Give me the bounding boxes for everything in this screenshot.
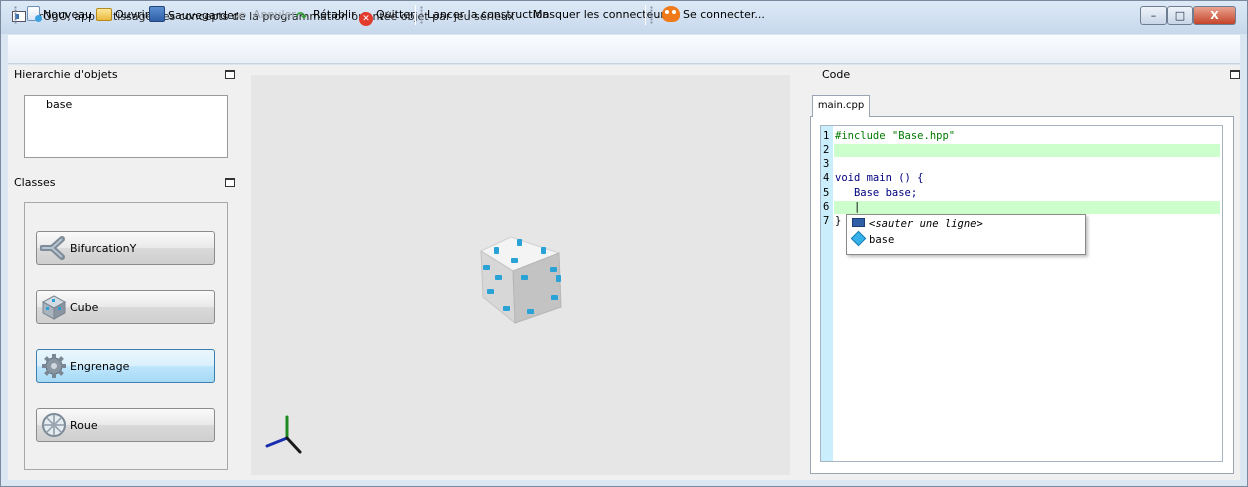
floppy-disk-icon bbox=[149, 6, 165, 22]
pipe-y-icon bbox=[40, 236, 65, 260]
base-cube-object[interactable] bbox=[479, 236, 562, 325]
highlighted-line bbox=[834, 144, 1220, 157]
toolbar bbox=[8, 35, 1240, 64]
new-button[interactable]: Nouveau bbox=[27, 6, 92, 24]
redo-button[interactable]: ↷ Rétablir bbox=[296, 6, 356, 25]
cube-icon bbox=[41, 295, 67, 320]
axes-gizmo bbox=[265, 415, 302, 454]
maximize-button[interactable]: □ bbox=[1167, 6, 1193, 25]
hierarchy-item-base[interactable]: base bbox=[46, 98, 72, 111]
toolbar-grip[interactable] bbox=[650, 6, 653, 24]
folder-icon bbox=[96, 8, 112, 21]
float-window-icon[interactable] bbox=[225, 178, 235, 187]
undo-icon: ↶ bbox=[236, 10, 247, 25]
save-label: Sauvegarder bbox=[168, 9, 239, 22]
autocomplete-item[interactable]: base bbox=[850, 230, 894, 248]
quit-label: Quitter bbox=[376, 8, 415, 21]
hierarchy-dock-title: Hierarchie d'objets bbox=[14, 68, 118, 81]
close-button[interactable]: X bbox=[1193, 6, 1236, 25]
code-line[interactable]: 7} bbox=[823, 215, 841, 228]
scene-canvas[interactable] bbox=[251, 75, 790, 475]
connect-button[interactable]: Se connecter... bbox=[662, 6, 765, 24]
class-button-bifurcationy[interactable]: BifurcationY bbox=[36, 231, 215, 265]
undo-button[interactable]: ↶ Annuler bbox=[236, 6, 296, 25]
float-window-icon[interactable] bbox=[225, 70, 235, 79]
connect-label: Se connecter... bbox=[683, 8, 765, 21]
code-line[interactable]: 6 | bbox=[823, 201, 860, 214]
build-button[interactable]: Lancer la construction bbox=[427, 6, 549, 24]
float-window-icon[interactable] bbox=[1230, 70, 1240, 79]
class-label: BifurcationY bbox=[70, 242, 137, 255]
code-dock-title: Code bbox=[822, 68, 851, 81]
tab-main-cpp[interactable]: main.cpp bbox=[812, 95, 870, 117]
keyboard-icon bbox=[852, 218, 865, 227]
new-label: Nouveau bbox=[43, 8, 92, 21]
quit-button[interactable]: ✕ Quitter bbox=[359, 6, 415, 26]
undo-label: Annuler bbox=[253, 8, 296, 21]
code-line[interactable]: 5 Base base; bbox=[823, 187, 917, 200]
toolbar-grip[interactable] bbox=[420, 6, 423, 24]
open-label: Ouvrir bbox=[115, 8, 150, 21]
minimize-button[interactable]: – bbox=[1140, 6, 1167, 25]
object-icon bbox=[850, 230, 867, 247]
save-button[interactable]: Sauvegarder bbox=[149, 6, 238, 24]
classes-dock-title: Classes bbox=[14, 176, 56, 189]
new-file-icon bbox=[27, 6, 42, 22]
class-label: Roue bbox=[70, 419, 98, 432]
quit-icon: ✕ bbox=[359, 12, 373, 26]
code-line[interactable]: 3 bbox=[823, 158, 835, 171]
class-label: Cube bbox=[70, 301, 99, 314]
class-button-engrenage[interactable]: Engrenage bbox=[36, 349, 215, 383]
toolbar-separator bbox=[415, 5, 416, 25]
class-button-roue[interactable]: Roue bbox=[36, 408, 215, 442]
class-button-cube[interactable]: Cube bbox=[36, 290, 215, 324]
redo-label: Rétablir bbox=[313, 8, 356, 21]
code-line[interactable]: 4 void main () { bbox=[823, 172, 924, 185]
toolbar-separator bbox=[645, 5, 646, 25]
highlighted-line bbox=[834, 201, 1220, 214]
autocomplete-item[interactable]: <sauter une ligne> bbox=[852, 216, 983, 232]
open-button[interactable]: Ouvrir bbox=[96, 6, 149, 24]
redo-icon: ↷ bbox=[296, 10, 307, 25]
class-label: Engrenage bbox=[70, 360, 130, 373]
code-line[interactable]: 2 bbox=[823, 144, 835, 157]
owl-icon bbox=[662, 6, 680, 22]
3d-viewport[interactable] bbox=[251, 75, 790, 475]
wheel-icon bbox=[42, 413, 66, 437]
toolbar-grip[interactable] bbox=[14, 6, 17, 24]
gear-icon bbox=[42, 354, 66, 378]
code-line[interactable]: 1 #include "Base.hpp" bbox=[823, 130, 955, 143]
